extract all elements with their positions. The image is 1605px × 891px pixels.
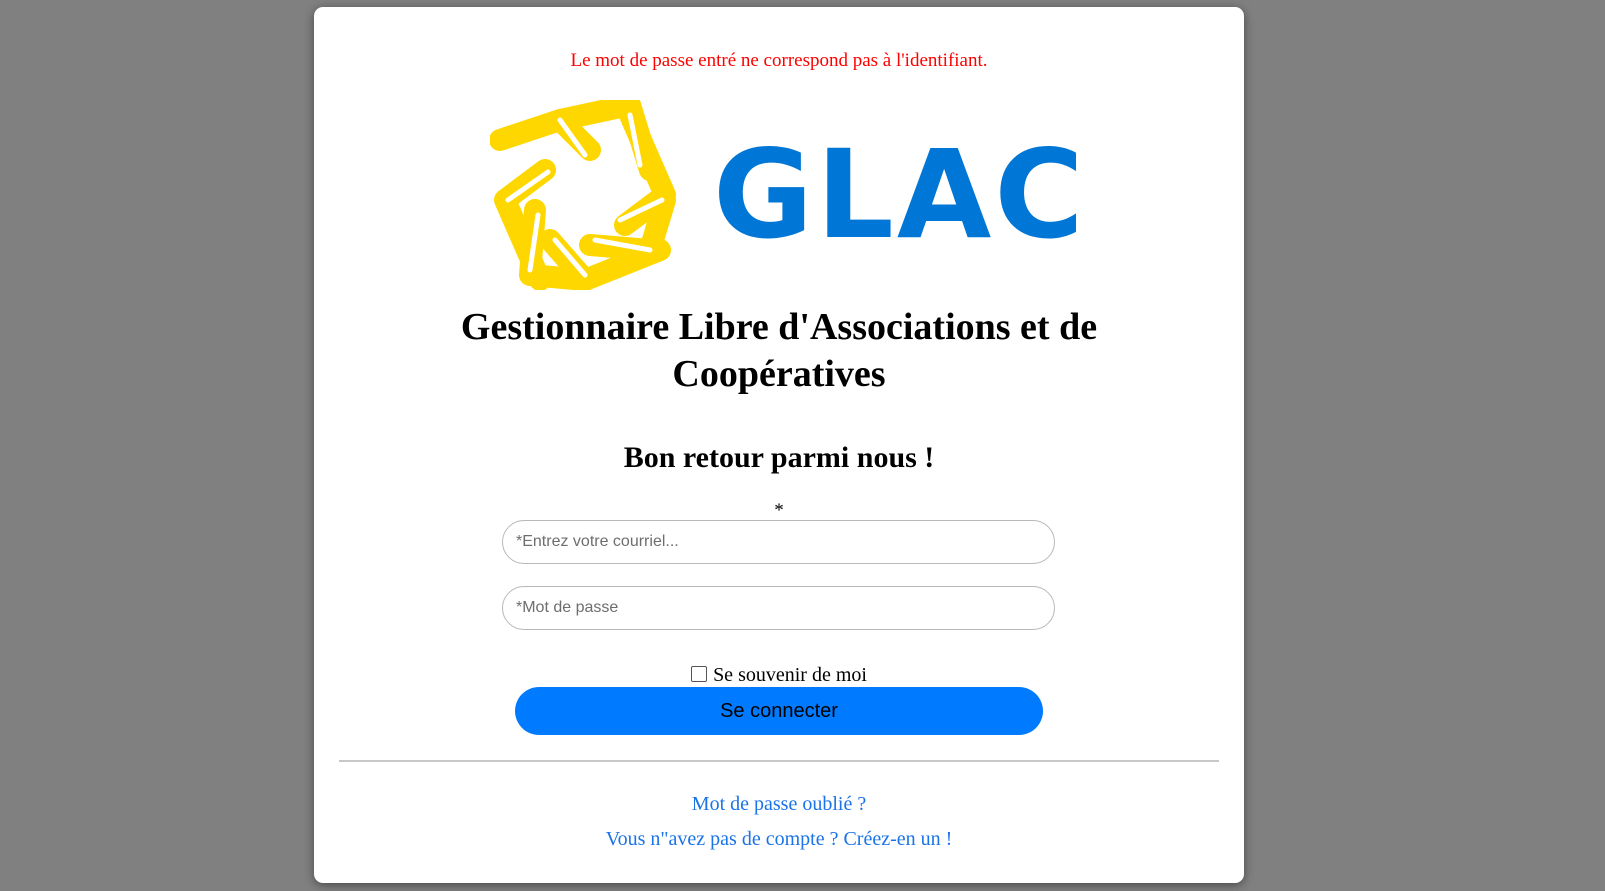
forgot-password-link[interactable]: Mot de passe oublié ? [314, 793, 1244, 816]
welcome-heading: Bon retour parmi nous ! [623, 441, 935, 474]
remember-me-label[interactable]: Se souvenir de moi [713, 664, 867, 686]
password-field[interactable] [502, 586, 1055, 630]
divider [339, 760, 1219, 762]
required-marker: * [774, 500, 784, 521]
logo-text: GLAC [713, 124, 1087, 266]
email-field[interactable] [502, 520, 1055, 564]
hands-logo-icon [490, 100, 676, 290]
page-title-line-1: Gestionnaire Libre d'Associations et de [460, 306, 1098, 348]
remember-me-checkbox[interactable] [691, 666, 708, 682]
glac-logo: GLAC [490, 100, 1084, 290]
signup-link[interactable]: Vous n"avez pas de compte ? Créez-en un … [314, 828, 1244, 851]
remember-me-row: Se souvenir de moi [314, 664, 1244, 687]
login-card: Le mot de passe entré ne correspond pas … [314, 7, 1244, 883]
error-message: Le mot de passe entré ne correspond pas … [570, 50, 988, 71]
page-title: Gestionnaire Libre d'Associations et de … [314, 304, 1244, 398]
page-title-line-2: Coopératives [672, 353, 886, 395]
login-button[interactable]: Se connecter [515, 687, 1043, 735]
